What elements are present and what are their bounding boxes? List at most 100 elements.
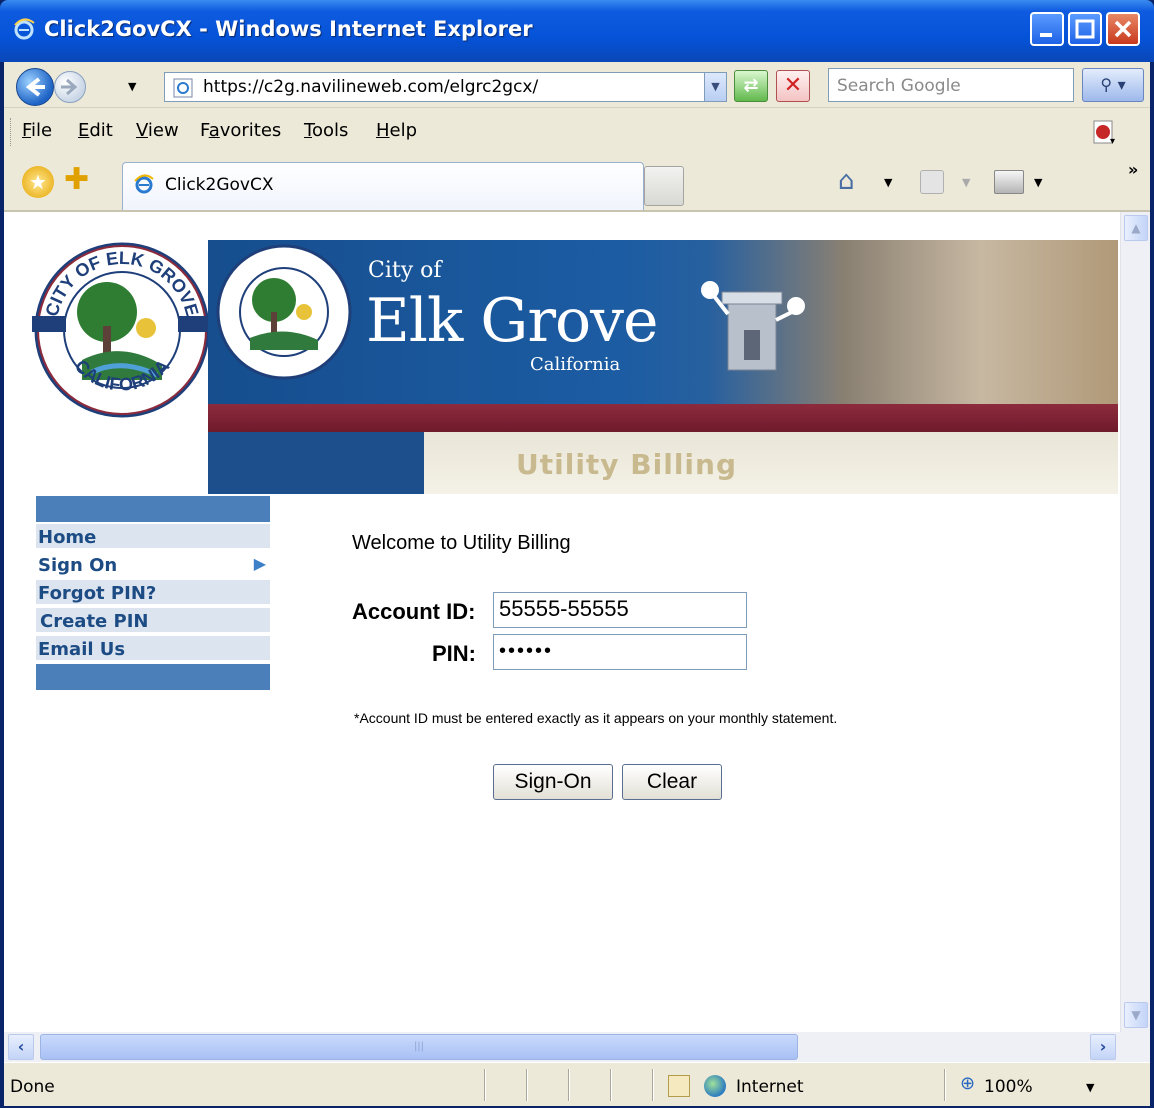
search-input[interactable]: Search Google: [828, 68, 1074, 102]
page-viewport: CITY OF ELK GROVE CALIFORNIA City of Elk…: [4, 212, 1150, 1032]
clear-button[interactable]: Clear: [622, 764, 722, 800]
side-menu-label[interactable]: Email Us: [38, 639, 125, 660]
side-menu-item-sign-on[interactable]: Sign On ▶: [36, 552, 270, 578]
banner-state: California: [530, 354, 621, 375]
section-title-band: Utility Billing: [208, 432, 1118, 494]
forward-arrow-icon: [61, 78, 78, 96]
side-menu-label[interactable]: Forgot PIN?: [38, 583, 156, 604]
banner-city-name: Elk Grove: [366, 286, 659, 356]
security-zone-label[interactable]: Internet: [736, 1077, 804, 1097]
favorites-center-icon[interactable]: ★: [22, 166, 54, 198]
menu-tools[interactable]: Tools: [304, 120, 348, 141]
side-menu-item-forgot-pin[interactable]: Forgot PIN?: [36, 580, 270, 606]
minimize-button[interactable]: [1030, 12, 1064, 46]
address-url[interactable]: https://c2g.navilineweb.com/elgrc2gcx/: [203, 77, 538, 97]
toolbar-grip[interactable]: [10, 118, 13, 146]
banner-divider: [208, 404, 1118, 432]
status-divider: [944, 1069, 946, 1101]
tab-label: Click2GovCX: [165, 175, 274, 195]
scroll-right-icon[interactable]: ›: [1090, 1034, 1116, 1060]
section-band-blue-block: [208, 432, 424, 494]
zoom-dropdown-icon[interactable]: ▼: [1086, 1081, 1094, 1094]
horizontal-scrollbar[interactable]: ‹ ||| ›: [4, 1032, 1150, 1062]
ie-logo-icon: [14, 18, 35, 40]
status-divider: [652, 1069, 654, 1101]
tab-click2govcx[interactable]: Click2GovCX: [122, 162, 644, 210]
history-dropdown-icon[interactable]: ▼: [128, 80, 136, 93]
tab-ie-icon: [134, 174, 154, 194]
maximize-button[interactable]: [1068, 12, 1102, 46]
side-menu-bottom-band: [36, 664, 270, 690]
menu-help[interactable]: Help: [376, 120, 417, 141]
trash-can-mascot-image: [701, 281, 805, 371]
account-id-note: *Account ID must be entered exactly as i…: [354, 710, 838, 726]
pin-input[interactable]: ••••••: [493, 634, 747, 670]
browser-window: Click2GovCX - Windows Internet Explorer …: [0, 0, 1154, 1108]
banner-city-of: City of: [368, 258, 442, 283]
print-dropdown-icon[interactable]: ▼: [1034, 176, 1042, 189]
close-button[interactable]: [1106, 12, 1140, 46]
scroll-left-icon[interactable]: ‹: [8, 1034, 34, 1060]
search-button[interactable]: ⚲ ▾: [1082, 68, 1144, 102]
account-id-input[interactable]: 55555-55555: [493, 592, 747, 628]
forward-button[interactable]: [54, 71, 86, 103]
window-title: Click2GovCX - Windows Internet Explorer: [44, 17, 533, 41]
side-menu-item-create-pin[interactable]: Create PIN: [36, 608, 270, 634]
stop-icon[interactable]: ✕: [776, 70, 810, 102]
minimize-icon: [1040, 33, 1052, 37]
search-icon: ⚲ ▾: [1100, 75, 1126, 94]
account-id-label: Account ID:: [352, 599, 476, 624]
side-menu-label[interactable]: Sign On: [38, 555, 117, 576]
menu-bar: File Edit View Favorites Tools Help ▾: [4, 108, 1150, 156]
menu-favorites[interactable]: Favorites: [200, 120, 281, 141]
home-dropdown-icon[interactable]: ▼: [884, 176, 892, 189]
status-bar: Done Internet ⊕ 100% ▼: [4, 1062, 1150, 1106]
status-divider: [610, 1069, 612, 1101]
new-tab-button[interactable]: [644, 166, 684, 206]
zoom-level[interactable]: 100%: [984, 1077, 1033, 1097]
add-favorite-icon[interactable]: ✚: [64, 162, 89, 197]
address-bar[interactable]: https://c2g.navilineweb.com/elgrc2gcx/ ▼: [164, 72, 727, 102]
feeds-dropdown-icon[interactable]: ▼: [962, 176, 970, 189]
pdf-tool-icon[interactable]: ▾: [1090, 118, 1120, 146]
zoom-icon[interactable]: ⊕: [960, 1073, 975, 1094]
active-arrow-icon: ▶: [253, 554, 266, 573]
side-menu-label[interactable]: Create PIN: [40, 611, 148, 632]
side-menu-item-email-us[interactable]: Email Us: [36, 636, 270, 662]
city-seal-logo: CITY OF ELK GROVE CALIFORNIA: [32, 242, 212, 418]
vertical-scrollbar[interactable]: ▲ ▼: [1120, 212, 1150, 1032]
close-icon: [1114, 20, 1132, 38]
status-divider: [568, 1069, 570, 1101]
feeds-icon[interactable]: [920, 170, 944, 194]
side-menu-label[interactable]: Home: [38, 527, 96, 548]
back-arrow-icon: [25, 77, 45, 97]
svg-text:▾: ▾: [1110, 136, 1115, 146]
menu-file[interactable]: File: [22, 120, 52, 141]
maximize-icon: [1075, 19, 1095, 39]
search-placeholder: Search Google: [837, 76, 961, 96]
status-divider: [484, 1069, 486, 1101]
internet-zone-icon: [704, 1075, 726, 1097]
menu-view[interactable]: View: [136, 120, 179, 141]
status-divider: [526, 1069, 528, 1101]
protected-mode-icon[interactable]: [668, 1075, 690, 1097]
page-heading: Welcome to Utility Billing: [352, 532, 571, 554]
navigation-bar: ▼ https://c2g.navilineweb.com/elgrc2gcx/…: [4, 62, 1150, 108]
menu-edit[interactable]: Edit: [78, 120, 113, 141]
pin-label: PIN:: [432, 641, 476, 666]
refresh-icon[interactable]: ⇄: [734, 70, 768, 102]
horizontal-scroll-thumb[interactable]: |||: [40, 1034, 798, 1060]
side-menu-item-home[interactable]: Home: [36, 524, 270, 550]
sign-on-button[interactable]: Sign-On: [493, 764, 613, 800]
toolbar-overflow-icon[interactable]: »: [1128, 160, 1138, 179]
print-icon[interactable]: [994, 170, 1024, 194]
address-dropdown-icon[interactable]: ▼: [704, 73, 726, 101]
scroll-down-icon[interactable]: ▼: [1124, 1002, 1148, 1028]
side-menu: Home Sign On ▶ Forgot PIN? Create PIN Em…: [36, 496, 270, 690]
title-bar[interactable]: Click2GovCX - Windows Internet Explorer: [0, 0, 1154, 62]
back-button[interactable]: [16, 68, 54, 106]
section-title: Utility Billing: [516, 448, 738, 481]
home-icon[interactable]: ⌂: [838, 166, 855, 196]
page-ie-icon: [173, 78, 193, 98]
scroll-up-icon[interactable]: ▲: [1124, 215, 1148, 241]
